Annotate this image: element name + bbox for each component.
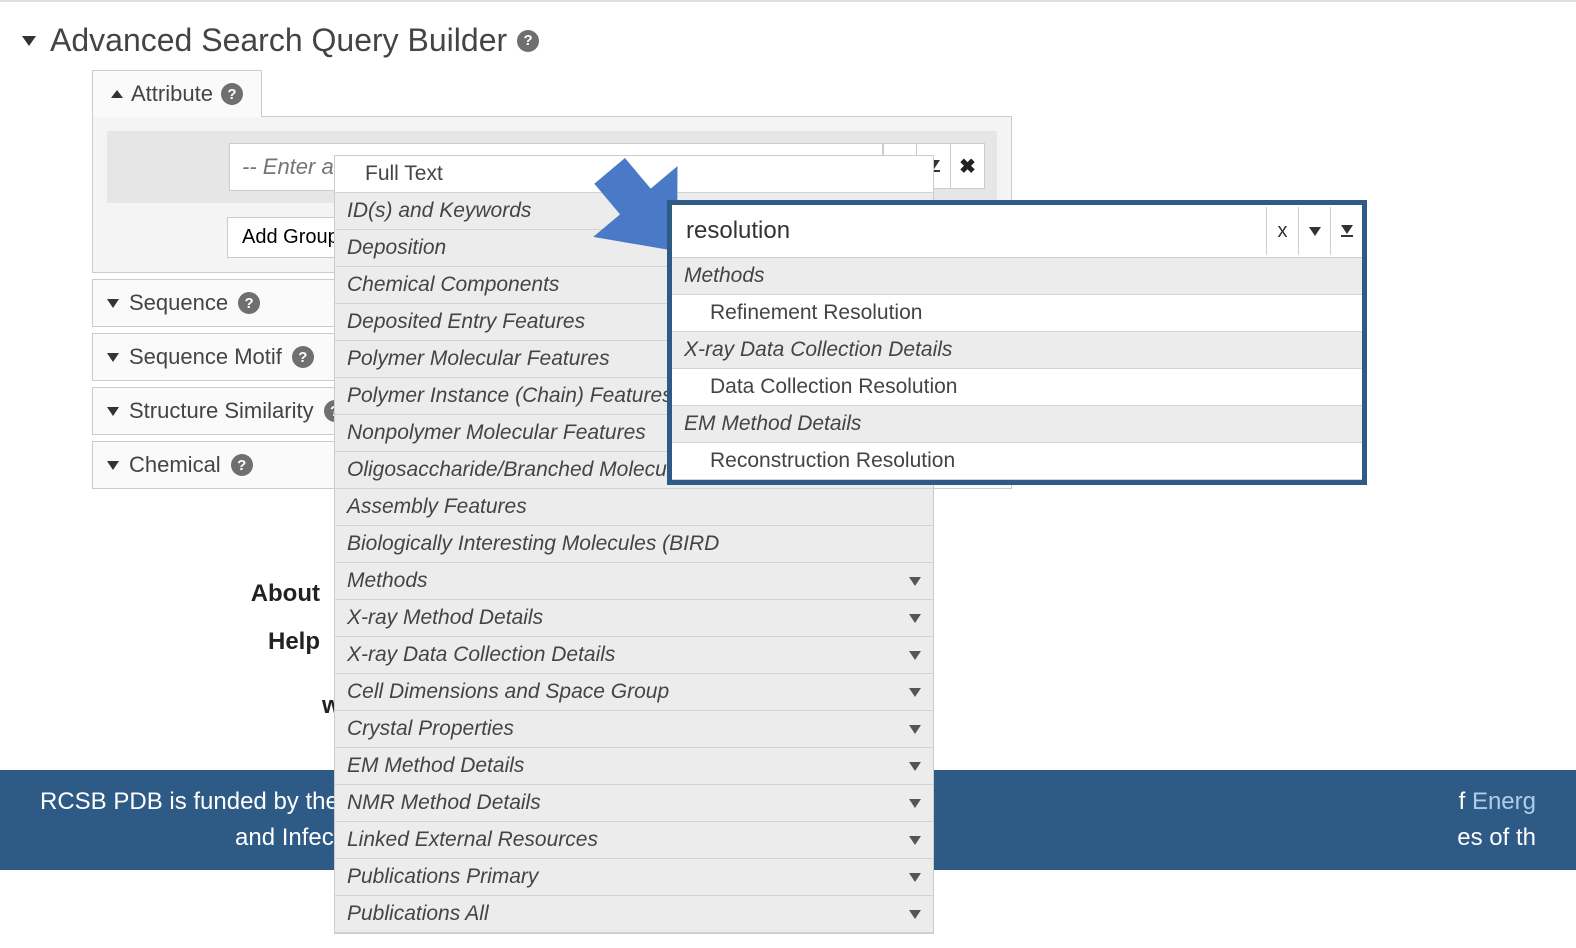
caret-down-icon	[909, 762, 921, 771]
clear-label: x	[1278, 220, 1288, 243]
filtered-dropdown-item[interactable]: Refinement Resolution	[672, 295, 1362, 332]
caret-down-icon	[22, 36, 36, 46]
caret-down-icon	[107, 299, 119, 308]
dropdown-item-label: Chemical Components	[347, 273, 559, 297]
dropdown-item[interactable]: Crystal Properties	[335, 711, 933, 748]
caret-down-icon	[909, 725, 921, 734]
help-icon[interactable]: ?	[231, 454, 253, 476]
row-spacer	[119, 143, 229, 191]
help-icon[interactable]: ?	[221, 83, 243, 105]
footer-help-label: Help	[150, 628, 320, 656]
dropdown-item[interactable]: X-ray Data Collection Details	[335, 637, 933, 674]
caret-down-icon	[107, 461, 119, 470]
dropdown-item-label: Oligosaccharide/Branched Molecular Fe	[347, 458, 721, 482]
caret-down-icon	[909, 614, 921, 623]
dropdown-item[interactable]: NMR Method Details	[335, 785, 933, 822]
help-icon[interactable]: ?	[238, 292, 260, 314]
dropdown-item[interactable]: Publications All	[335, 896, 933, 933]
dropdown-item-label: Crystal Properties	[347, 717, 514, 741]
caret-down-icon	[909, 577, 921, 586]
dropdown-item-label: Publications All	[347, 902, 489, 926]
tab-attribute-label: Attribute	[131, 81, 213, 107]
funding-line2: and Infect	[40, 824, 340, 851]
footer-about-label: About	[150, 580, 320, 608]
dropdown-item[interactable]: Assembly Features	[335, 489, 933, 526]
filtered-dropdown-item[interactable]: Data Collection Resolution	[672, 369, 1362, 406]
caret-up-icon	[111, 90, 123, 98]
caret-down-icon	[107, 407, 119, 416]
page-title-row: Advanced Search Query Builder ?	[22, 22, 1554, 59]
dropdown-item-label: Deposition	[347, 236, 446, 260]
dropdown-toggle-button[interactable]	[1298, 207, 1330, 255]
dropdown-item-label: X-ray Method Details	[347, 606, 543, 630]
of-th-fragment: es of th	[1457, 820, 1536, 856]
section-label: Sequence	[129, 290, 228, 316]
energy-link[interactable]: Energ	[1472, 788, 1536, 815]
remove-field-button[interactable]: ✖	[951, 143, 985, 189]
close-icon: ✖	[959, 154, 976, 179]
caret-down-icon	[909, 651, 921, 660]
filtered-dropdown-overlay: x MethodsRefinement ResolutionX-ray Data…	[667, 200, 1367, 485]
dropdown-item-label: Methods	[347, 569, 428, 593]
filtered-dropdown-item[interactable]: Methods	[672, 258, 1362, 295]
dropdown-item-label: Publications Primary	[347, 865, 538, 889]
dropdown-item[interactable]: X-ray Method Details	[335, 600, 933, 637]
overlay-input-row: x	[672, 205, 1362, 258]
caret-down-icon	[909, 799, 921, 808]
filter-input[interactable]	[672, 205, 1266, 257]
dropdown-item-label: Full Text	[365, 162, 443, 186]
dropdown-item[interactable]: Methods	[335, 563, 933, 600]
dropdown-item-label: ID(s) and Keywords	[347, 199, 531, 223]
caret-down-icon	[909, 873, 921, 882]
expand-all-icon	[1341, 225, 1353, 237]
expand-all-button[interactable]	[1330, 207, 1362, 255]
filtered-dropdown-item[interactable]: X-ray Data Collection Details	[672, 332, 1362, 369]
section-label: Chemical	[129, 452, 221, 478]
dropdown-item[interactable]: Linked External Resources	[335, 822, 933, 859]
dropdown-item-label: EM Method Details	[347, 754, 524, 778]
dropdown-item[interactable]: Cell Dimensions and Space Group	[335, 674, 933, 711]
dropdown-item-label: Nonpolymer Molecular Features	[347, 421, 646, 445]
section-label: Structure Similarity	[129, 398, 314, 424]
section-label: Sequence Motif	[129, 344, 282, 370]
page-title: Advanced Search Query Builder	[50, 22, 507, 59]
dropdown-item[interactable]: EM Method Details	[335, 748, 933, 785]
clear-filter-button[interactable]: x	[1266, 207, 1298, 255]
dropdown-item-label: Assembly Features	[347, 495, 527, 519]
caret-down-icon	[107, 353, 119, 362]
dropdown-item-label: Biologically Interesting Molecules (BIRD	[347, 532, 719, 556]
filtered-dropdown-item[interactable]: EM Method Details	[672, 406, 1362, 443]
dropdown-item-label: X-ray Data Collection Details	[347, 643, 615, 667]
dropdown-item-label: Linked External Resources	[347, 828, 598, 852]
funding-text-prefix: RCSB PDB is funded by the	[40, 788, 345, 815]
dropdown-item-label: Polymer Molecular Features	[347, 347, 610, 371]
energy-fragment: f	[1459, 788, 1472, 815]
filtered-dropdown-item[interactable]: Reconstruction Resolution	[672, 443, 1362, 480]
caret-down-icon	[1309, 227, 1321, 236]
help-icon[interactable]: ?	[517, 30, 539, 52]
dropdown-item-label: Polymer Instance (Chain) Features	[347, 384, 673, 408]
help-icon[interactable]: ?	[292, 346, 314, 368]
dropdown-item-label: NMR Method Details	[347, 791, 541, 815]
dropdown-item-label: Cell Dimensions and Space Group	[347, 680, 669, 704]
dropdown-item[interactable]: Biologically Interesting Molecules (BIRD	[335, 526, 933, 563]
dropdown-item[interactable]: Publications Primary	[335, 859, 933, 896]
caret-down-icon	[909, 910, 921, 919]
tab-attribute[interactable]: Attribute ?	[92, 70, 262, 117]
caret-down-icon	[909, 688, 921, 697]
dropdown-item-label: Deposited Entry Features	[347, 310, 585, 334]
caret-down-icon	[909, 836, 921, 845]
